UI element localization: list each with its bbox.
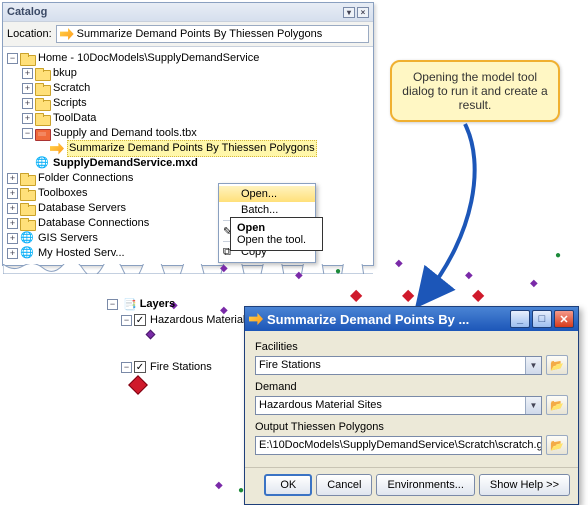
location-bar: Location: Summarize Demand Points By Thi… (3, 21, 373, 47)
dialog-body: Facilities Fire Stations▼ 📂 Demand Hazar… (245, 331, 578, 467)
callout-annotation: Opening the model tool dialog to run it … (390, 60, 560, 122)
tree-connection[interactable]: My Hosted Serv... (38, 246, 125, 261)
folder-icon (20, 203, 35, 215)
layer-symbol-diamond (146, 330, 156, 340)
folder-icon (35, 98, 50, 110)
location-input[interactable]: Summarize Demand Points By Thiessen Poly… (56, 25, 369, 43)
folder-open-icon: 📂 (550, 439, 564, 452)
tree-connection[interactable]: GIS Servers (38, 231, 98, 246)
browse-button[interactable]: 📂 (546, 355, 568, 375)
layer-item[interactable]: Fire Stations (150, 361, 212, 373)
expand-toggle[interactable]: + (7, 173, 18, 184)
tooltip: Open Open the tool. (230, 217, 323, 251)
callout-text: Opening the model tool dialog to run it … (402, 70, 547, 112)
expand-toggle[interactable]: + (7, 248, 18, 259)
dialog-titlebar[interactable]: Summarize Demand Points By ... _ □ ✕ (245, 307, 578, 331)
dialog-title: Summarize Demand Points By ... (267, 312, 469, 327)
dialog-button-bar: OK Cancel Environments... Show Help >> (245, 467, 578, 504)
ok-button[interactable]: OK (264, 474, 312, 496)
pin-icon[interactable]: ▾ (343, 7, 355, 18)
expand-toggle[interactable]: + (22, 68, 33, 79)
ctx-batch[interactable]: Batch... (219, 202, 315, 218)
folder-icon (35, 83, 50, 95)
mxd-icon (35, 158, 50, 170)
tree-connection[interactable]: Database Connections (38, 216, 149, 231)
tool-icon (249, 313, 263, 325)
tool-dialog: Summarize Demand Points By ... _ □ ✕ Fac… (244, 306, 579, 505)
catalog-title: Catalog (7, 6, 47, 18)
layer-checkbox[interactable]: ✓ (134, 314, 146, 326)
tool-icon (60, 28, 74, 40)
expand-toggle[interactable]: + (7, 188, 18, 199)
tree-folder[interactable]: Scratch (53, 81, 90, 96)
tooltip-title: Open (237, 222, 316, 234)
demand-label: Demand (255, 381, 568, 393)
tree-folder[interactable]: ToolData (53, 111, 96, 126)
expand-toggle[interactable]: + (22, 98, 33, 109)
layer-symbol-diamond (128, 375, 148, 395)
output-path-input[interactable]: E:\10DocModels\SupplyDemandService\Scrat… (255, 436, 542, 455)
tree-connection[interactable]: Toolboxes (38, 186, 88, 201)
tree-connection[interactable]: Database Servers (38, 201, 126, 216)
tree-tool-selected[interactable]: Summarize Demand Points By Thiessen Poly… (67, 140, 317, 157)
folder-icon (20, 53, 35, 65)
cancel-button[interactable]: Cancel (316, 474, 372, 496)
chevron-down-icon[interactable]: ▼ (525, 397, 541, 414)
folder-icon (20, 173, 35, 185)
browse-button[interactable]: 📂 (546, 435, 568, 455)
toolbox-icon (35, 128, 50, 140)
layer-checkbox[interactable]: ✓ (134, 361, 146, 373)
expand-toggle[interactable]: + (7, 218, 18, 229)
expand-toggle[interactable]: + (7, 203, 18, 214)
torn-edge-decoration (3, 264, 373, 274)
ctx-open[interactable]: Open... (219, 186, 315, 202)
collapse-toggle[interactable]: − (121, 315, 132, 326)
close-icon[interactable]: × (357, 7, 369, 18)
output-label: Output Thiessen Polygons (255, 421, 568, 433)
layers-title: Layers (140, 298, 175, 310)
folder-open-icon: 📂 (550, 359, 564, 372)
chevron-down-icon[interactable]: ▼ (525, 357, 541, 374)
folder-icon (20, 188, 35, 200)
expand-toggle[interactable]: + (22, 113, 33, 124)
catalog-titlebar: Catalog ▾ × (3, 3, 373, 21)
demand-combo[interactable]: Hazardous Material Sites▼ (255, 396, 542, 415)
folder-icon (20, 218, 35, 230)
tooltip-body: Open the tool. (237, 234, 316, 246)
collapse-toggle[interactable]: − (121, 362, 132, 373)
close-button[interactable]: ✕ (554, 310, 574, 328)
location-label: Location: (7, 28, 52, 40)
collapse-toggle[interactable]: − (7, 53, 18, 64)
tree-mxd[interactable]: SupplyDemandService.mxd (53, 156, 198, 171)
minimize-button[interactable]: _ (510, 310, 530, 328)
collapse-toggle[interactable]: − (22, 128, 33, 139)
facilities-combo[interactable]: Fire Stations▼ (255, 356, 542, 375)
globe-icon (20, 233, 35, 245)
maximize-button[interactable]: □ (532, 310, 552, 328)
location-value: Summarize Demand Points By Thiessen Poly… (77, 28, 323, 40)
expand-toggle[interactable]: + (7, 233, 18, 244)
folder-open-icon: 📂 (550, 399, 564, 412)
tree-connection[interactable]: Folder Connections (38, 171, 133, 186)
browse-button[interactable]: 📂 (546, 395, 568, 415)
environments-button[interactable]: Environments... (376, 474, 474, 496)
folder-icon (35, 68, 50, 80)
expand-toggle[interactable]: + (22, 83, 33, 94)
collapse-toggle[interactable]: − (107, 299, 118, 310)
model-tool-icon (50, 143, 64, 155)
tree-folder[interactable]: bkup (53, 66, 77, 81)
layers-icon: 📑 (123, 298, 137, 311)
show-help-button[interactable]: Show Help >> (479, 474, 570, 496)
tree-folder[interactable]: Scripts (53, 96, 87, 111)
facilities-label: Facilities (255, 341, 568, 353)
globe-icon (20, 248, 35, 260)
folder-icon (35, 113, 50, 125)
tree-toolbox[interactable]: Supply and Demand tools.tbx (53, 126, 197, 141)
tree-root[interactable]: Home - 10DocModels\SupplyDemandService (38, 51, 259, 66)
